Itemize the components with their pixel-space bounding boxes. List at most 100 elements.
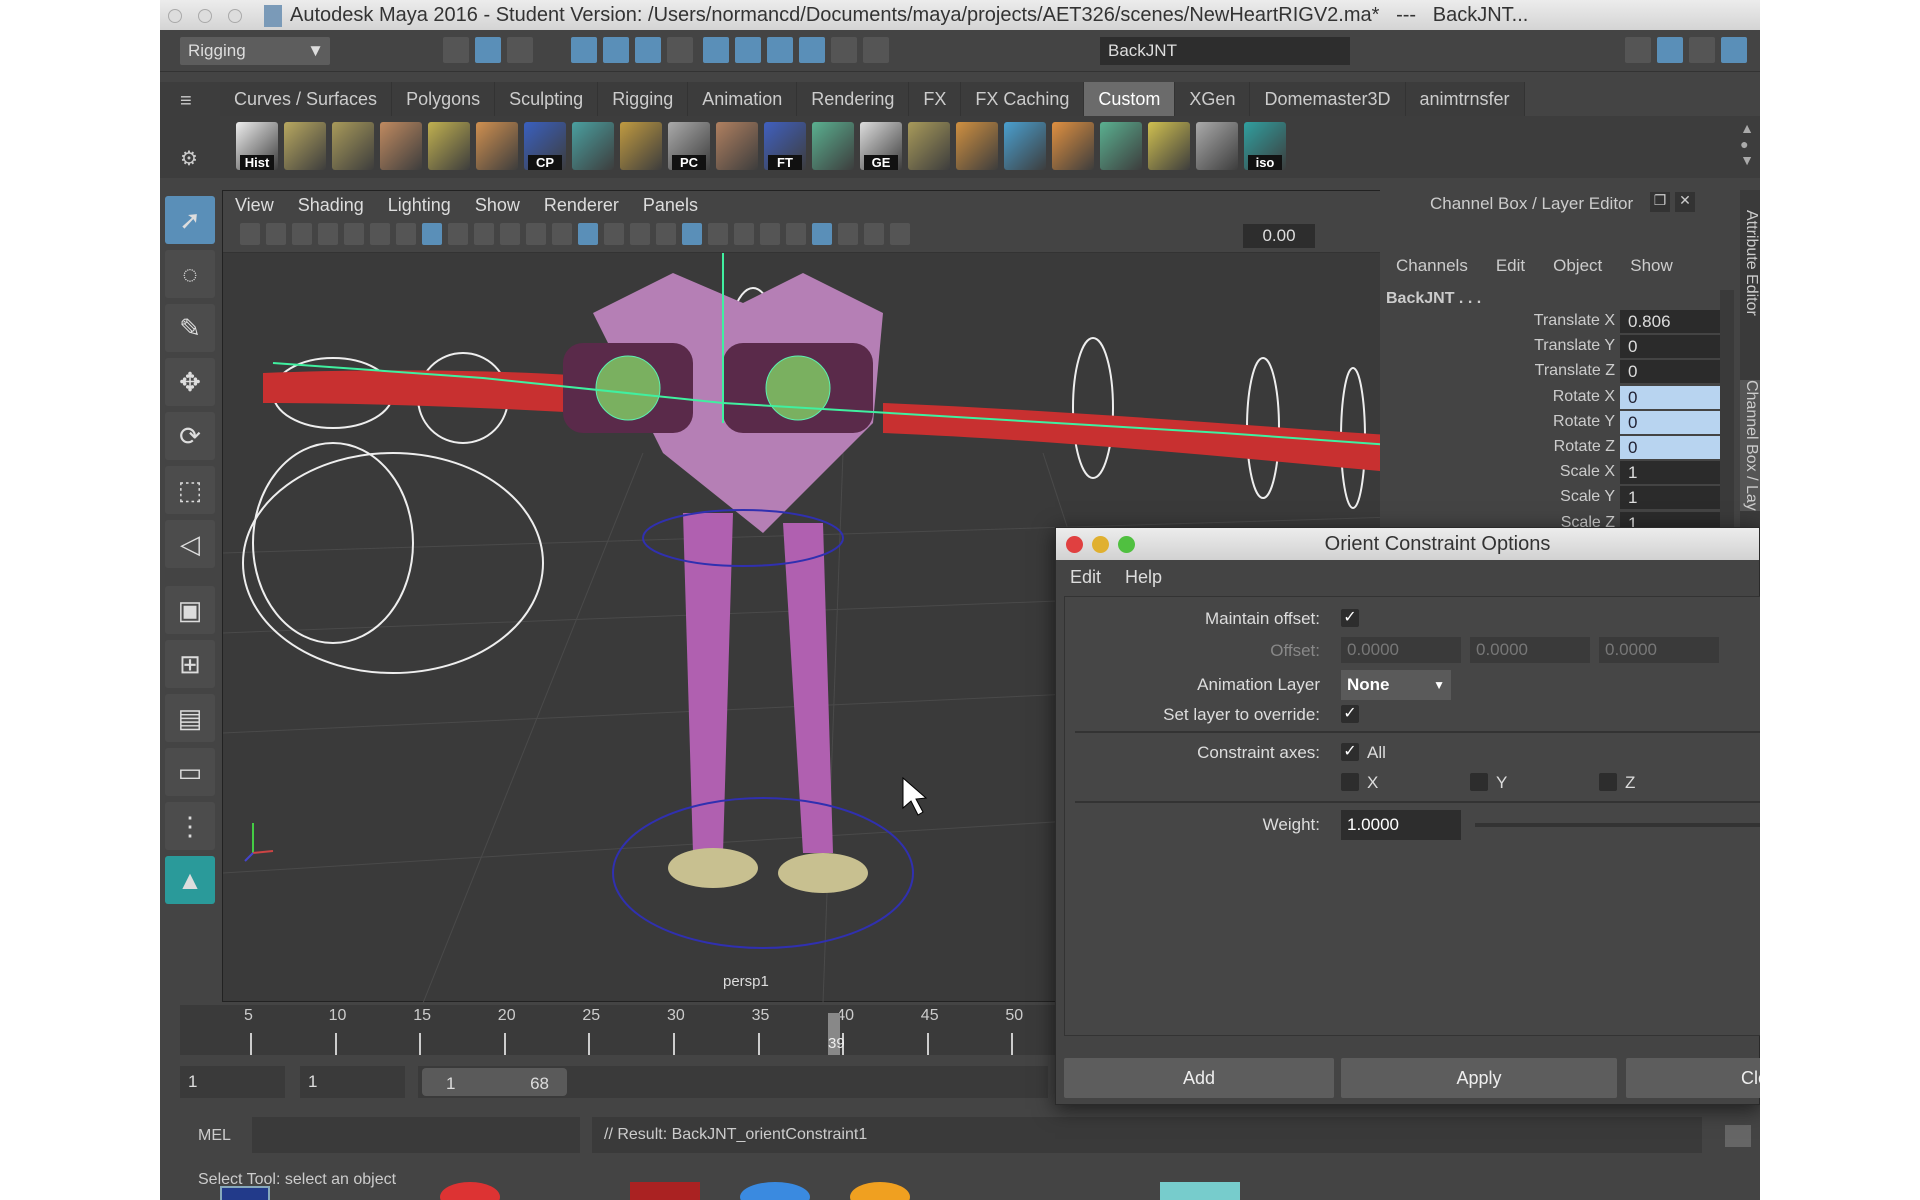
bars-icon[interactable] bbox=[956, 122, 998, 170]
tab-fx-caching[interactable]: FX Caching bbox=[961, 82, 1085, 116]
channel-row[interactable]: Translate Y 0 bbox=[1380, 335, 1740, 359]
ge-icon[interactable]: GE bbox=[860, 122, 902, 170]
camera-icon[interactable] bbox=[240, 223, 260, 245]
axis-z-checkbox[interactable] bbox=[1599, 773, 1617, 791]
menu-edit[interactable]: Edit bbox=[1496, 256, 1525, 275]
safe-title-icon[interactable] bbox=[500, 223, 520, 245]
playback-start-field[interactable]: 1 bbox=[300, 1066, 405, 1098]
graph-layout-icon[interactable]: ▭ bbox=[165, 748, 215, 796]
tab-custom[interactable]: Custom bbox=[1084, 82, 1176, 116]
axes-all-checkbox[interactable]: ✓ bbox=[1341, 743, 1359, 761]
checker-icon[interactable] bbox=[812, 122, 854, 170]
snap-curve-icon[interactable] bbox=[602, 37, 629, 63]
cp-icon[interactable]: CP bbox=[524, 122, 566, 170]
channel-row[interactable]: Translate Z 0 bbox=[1380, 360, 1740, 384]
curve-icon[interactable] bbox=[380, 122, 422, 170]
select-icon[interactable] bbox=[863, 37, 890, 63]
channel-row[interactable]: Rotate X 0 bbox=[1380, 385, 1740, 410]
script-editor-icon[interactable] bbox=[1725, 1125, 1751, 1147]
menu-object[interactable]: Object bbox=[1553, 256, 1602, 275]
menu-show[interactable]: Show bbox=[1630, 256, 1673, 275]
minimize-window-icon[interactable] bbox=[1092, 536, 1109, 553]
iso-icon[interactable]: iso bbox=[1244, 122, 1286, 170]
menu-set-dropdown[interactable]: Rigging ▼ bbox=[180, 37, 330, 65]
attribute-editor-icon[interactable] bbox=[1657, 37, 1683, 63]
dock-app-icon[interactable] bbox=[850, 1182, 910, 1200]
dock-maya-icon[interactable] bbox=[1160, 1182, 1240, 1200]
tool-settings-icon[interactable] bbox=[1689, 37, 1715, 63]
diamond-icon[interactable] bbox=[1052, 122, 1094, 170]
motion-blur-icon[interactable] bbox=[708, 223, 728, 245]
channel-value[interactable]: 0 bbox=[1620, 360, 1720, 384]
dock-app-icon[interactable] bbox=[740, 1182, 810, 1200]
menu-edit[interactable]: Edit bbox=[1070, 567, 1101, 587]
side-layout-icon[interactable]: ▤ bbox=[165, 694, 215, 742]
gamma-icon[interactable] bbox=[890, 223, 910, 245]
time-slider[interactable]: 5 10 15 20 25 30 35 40 45 50 39 bbox=[180, 1005, 1055, 1055]
tab-sculpting[interactable]: Sculpting bbox=[495, 82, 599, 116]
axis-x-checkbox[interactable] bbox=[1341, 773, 1359, 791]
shadows-icon[interactable] bbox=[656, 223, 676, 245]
start-time-field[interactable]: 1 bbox=[180, 1066, 285, 1098]
tab-attribute-editor[interactable]: Attribute Editor bbox=[1740, 210, 1760, 316]
close-icon[interactable]: ✕ bbox=[1675, 192, 1695, 212]
resolution-gate-icon[interactable] bbox=[396, 223, 416, 245]
four-layout-icon[interactable]: ⊞ bbox=[165, 640, 215, 688]
language-label[interactable]: MEL bbox=[198, 1127, 231, 1145]
grid-surface-icon[interactable] bbox=[428, 122, 470, 170]
dock-app-icon[interactable] bbox=[630, 1182, 700, 1200]
select-hierarchy-icon[interactable] bbox=[443, 37, 469, 63]
shelf-scroll-icon[interactable]: ▲ ● ▼ bbox=[1740, 120, 1754, 168]
command-input[interactable] bbox=[252, 1117, 580, 1153]
plane-icon[interactable] bbox=[332, 122, 374, 170]
select-object-icon[interactable] bbox=[475, 37, 501, 63]
scale-tool-icon[interactable]: ⬚ bbox=[165, 466, 215, 514]
channel-box-icon[interactable] bbox=[1721, 37, 1747, 63]
grid-icon[interactable] bbox=[344, 223, 364, 245]
hist-icon[interactable]: Hist bbox=[236, 122, 278, 170]
ambient-occlusion-icon[interactable] bbox=[682, 223, 702, 245]
pc-icon[interactable]: PC bbox=[668, 122, 710, 170]
pen-icon[interactable] bbox=[716, 122, 758, 170]
channel-row[interactable]: Translate X 0.806 bbox=[1380, 310, 1740, 334]
modeling-toolkit-icon[interactable] bbox=[1625, 37, 1651, 63]
animation-layer-dropdown[interactable]: None ▼ bbox=[1341, 670, 1451, 700]
dock-app-icon[interactable] bbox=[220, 1186, 270, 1200]
channel-row[interactable]: Rotate Z 0 bbox=[1380, 436, 1740, 460]
textured-icon[interactable] bbox=[604, 223, 624, 245]
weight-slider[interactable] bbox=[1475, 823, 1760, 827]
channel-value[interactable]: 1 bbox=[1620, 461, 1720, 485]
bookmark-icon[interactable] bbox=[292, 223, 312, 245]
offset-y-field[interactable]: 0.0000 bbox=[1470, 637, 1590, 663]
xray-joints-icon[interactable] bbox=[812, 223, 832, 245]
channel-value[interactable]: 0 bbox=[1620, 335, 1720, 359]
apply-button[interactable]: Apply bbox=[1341, 1058, 1617, 1098]
target-icon[interactable] bbox=[1148, 122, 1190, 170]
lasso-tool-icon[interactable]: ◌ bbox=[165, 250, 215, 298]
lights-icon[interactable] bbox=[630, 223, 650, 245]
menu-panels[interactable]: Panels bbox=[643, 195, 698, 215]
xray-components-icon[interactable] bbox=[838, 223, 858, 245]
channel-row[interactable]: Rotate Y 0 bbox=[1380, 410, 1740, 435]
window-icon[interactable] bbox=[572, 122, 614, 170]
frame-icon[interactable] bbox=[1196, 122, 1238, 170]
channel-value[interactable]: 1 bbox=[1620, 486, 1720, 510]
zoom-window-icon[interactable] bbox=[1118, 536, 1135, 553]
exposure-toggle-icon[interactable] bbox=[864, 223, 884, 245]
outliner-layout-icon[interactable]: ⋮ bbox=[165, 802, 215, 850]
rotate-tool-icon[interactable]: ⟳ bbox=[165, 412, 215, 460]
box-icon[interactable] bbox=[476, 122, 518, 170]
tab-animtrnsfer[interactable]: animtrnsfer bbox=[1405, 82, 1525, 116]
default-material-icon[interactable] bbox=[578, 223, 598, 245]
menu-shading[interactable]: Shading bbox=[298, 195, 364, 215]
snap-grid-icon[interactable] bbox=[570, 37, 597, 63]
tab-domemaster3d[interactable]: Domemaster3D bbox=[1250, 82, 1406, 116]
image-plane-icon[interactable] bbox=[318, 223, 338, 245]
camera-attr-icon[interactable] bbox=[266, 223, 286, 245]
tab-fx[interactable]: FX bbox=[909, 82, 962, 116]
gate-mask-icon[interactable] bbox=[422, 223, 442, 245]
tab-xgen[interactable]: XGen bbox=[1175, 82, 1251, 116]
maintain-offset-checkbox[interactable]: ✓ bbox=[1341, 609, 1359, 627]
film-gate-icon[interactable] bbox=[370, 223, 390, 245]
anti-alias-icon[interactable] bbox=[734, 223, 754, 245]
